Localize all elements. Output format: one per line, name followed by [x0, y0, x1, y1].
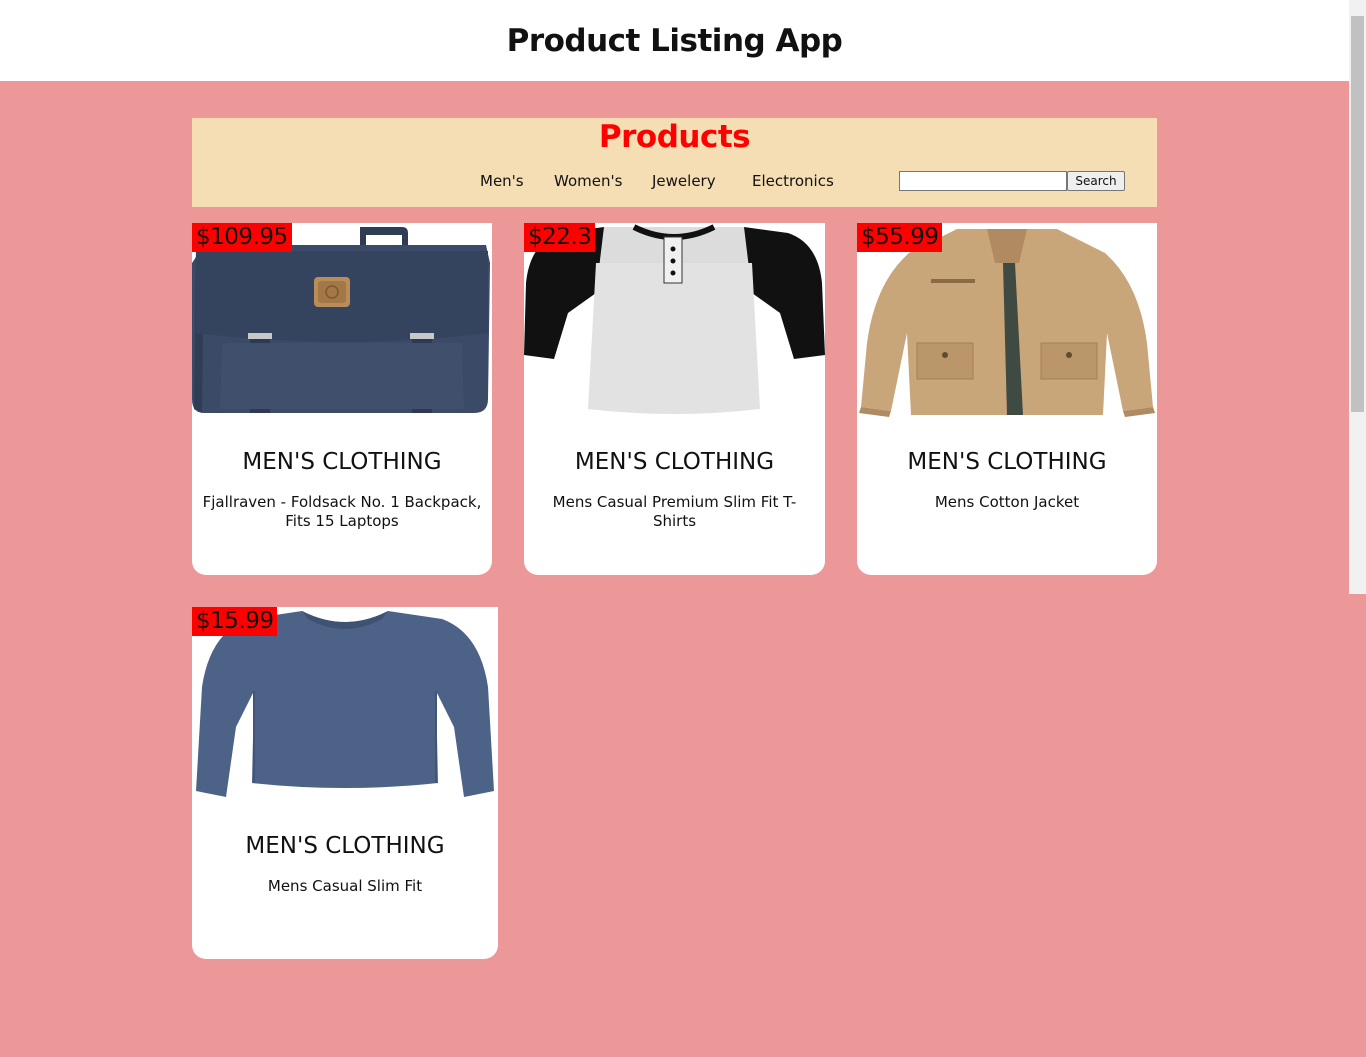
product-card[interactable]: $55.99 MEN'S CLOTHING Mens Cotton Jacket [857, 223, 1157, 575]
search-input[interactable] [899, 171, 1067, 191]
nav-link-mens[interactable]: Men's [480, 170, 524, 192]
price-tag: $15.99 [192, 607, 278, 636]
product-card[interactable]: $22.3 MEN'S CLOTHING Mens Casual Premium… [524, 223, 825, 575]
jacket-image [859, 229, 1155, 417]
price-tag: $109.95 [192, 223, 292, 252]
product-image-long-sleeve[interactable] [192, 607, 498, 802]
backpack-image [192, 227, 490, 413]
nav-link-womens[interactable]: Women's [554, 170, 622, 192]
product-name: Fjallraven - Foldsack No. 1 Backpack, Fi… [202, 493, 482, 530]
app-header: Product Listing App [0, 0, 1349, 81]
product-name: Mens Casual Slim Fit [267, 877, 423, 895]
products-heading: Products [598, 119, 751, 155]
nav-link-electronics[interactable]: Electronics [752, 170, 834, 192]
product-category: MEN'S CLOTHING [574, 449, 775, 475]
product-card[interactable]: $15.99 MEN'S CLOTHING Mens Casual Slim F… [192, 607, 498, 959]
product-name: Mens Casual Premium Slim Fit T-Shirts [552, 493, 797, 530]
products-banner: Products Men's Women's Jewelery Electron… [192, 118, 1157, 207]
product-card[interactable]: $109.95 MEN'S CLOTHING Fjallraven - Fold… [192, 223, 492, 575]
product-image-tshirt[interactable] [524, 223, 825, 418]
product-category: MEN'S CLOTHING [907, 449, 1107, 475]
long-sleeve-shirt-image [196, 611, 494, 797]
product-name: Mens Cotton Jacket [934, 493, 1080, 511]
product-category: MEN'S CLOTHING [242, 449, 442, 475]
scrollbar-thumb[interactable] [1351, 16, 1364, 412]
price-tag: $55.99 [857, 223, 943, 252]
app-title: Product Listing App [506, 22, 843, 59]
main-content: Products Men's Women's Jewelery Electron… [0, 81, 1349, 1057]
tshirt-image [524, 224, 825, 414]
nav-link-jewelery[interactable]: Jewelery [652, 170, 716, 192]
product-category: MEN'S CLOTHING [245, 833, 445, 859]
price-tag: $22.3 [524, 223, 596, 252]
search-button[interactable]: Search [1067, 171, 1125, 191]
page-background-edge [1349, 594, 1366, 1057]
vertical-scrollbar[interactable] [1349, 0, 1366, 594]
product-image-backpack[interactable] [192, 223, 492, 418]
product-image-jacket[interactable] [857, 223, 1157, 418]
